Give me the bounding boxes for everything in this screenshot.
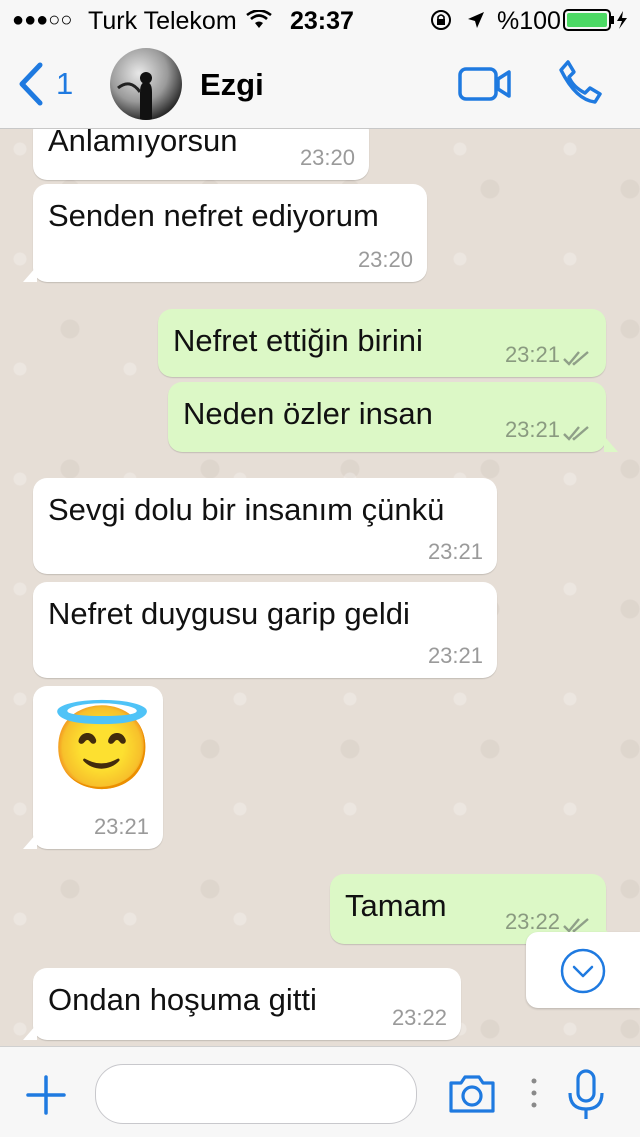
bubble-tail (604, 436, 618, 452)
bubble-tail (23, 833, 37, 849)
message-time: 23:21 (427, 643, 483, 668)
message-bubble-incoming[interactable]: Sevgi dolu bir insanım çünkü 23:21 (33, 478, 497, 574)
message-time: 23:21 (93, 814, 149, 839)
carrier-name: Turk Telekom (88, 7, 237, 35)
message-text: Anlamıyorsun (48, 129, 238, 158)
battery-percent: %100 (497, 7, 561, 35)
more-options-icon[interactable] (530, 1077, 538, 1109)
contact-name[interactable]: Ezgi (200, 67, 264, 103)
message-input[interactable] (95, 1064, 417, 1124)
video-call-icon[interactable] (458, 66, 512, 102)
status-bar: ●●●○○ Turk Telekom 23:37 %100 (0, 0, 640, 40)
message-time: 23:21 (504, 417, 560, 442)
scroll-to-bottom-button[interactable] (526, 932, 640, 1008)
message-bubble-incoming[interactable]: Ondan hoşuma gitti 23:22 (23, 968, 461, 1040)
chevron-down-icon (560, 948, 606, 994)
message-time: 23:21 (427, 539, 483, 564)
back-chevron-icon (19, 62, 43, 106)
message-bubble-outgoing[interactable]: Neden özler insan 23:21 (168, 382, 618, 452)
message-bubble-incoming[interactable]: Senden nefret ediyorum 23:20 (23, 184, 427, 282)
message-text: Sevgi dolu bir insanım çünkü (48, 492, 445, 527)
signal-strength: ●●●○○ (12, 9, 73, 31)
message-text: Nefret duygusu garip geldi (48, 596, 410, 631)
location-arrow-icon (468, 12, 484, 28)
message-bubble-outgoing[interactable]: Nefret ettiğin birini 23:21 (158, 309, 606, 377)
message-text: Nefret ettiğin birini (173, 323, 423, 358)
message-text: Ondan hoşuma gitti (48, 982, 317, 1017)
message-text: Senden nefret ediyorum (48, 198, 379, 233)
message-text: Tamam (345, 888, 447, 923)
microphone-icon[interactable] (566, 1069, 606, 1121)
message-time: 23:20 (357, 247, 413, 272)
message-text: Neden özler insan (183, 396, 433, 431)
chat-header: 1 Ezgi (0, 40, 640, 129)
contact-avatar[interactable] (110, 48, 182, 120)
composer-bar (0, 1046, 640, 1137)
avatar-silhouette (117, 72, 152, 120)
bubble-tail (23, 266, 37, 282)
battery-charging-icon (563, 9, 627, 31)
message-list[interactable]: Anlamıyorsun 23:20 Senden nefret ediyoru… (0, 129, 640, 1046)
bubble-tail (23, 1024, 37, 1040)
smiling-halo-emoji: 😇 (51, 703, 154, 794)
message-bubble-incoming-emoji[interactable]: 😇 23:21 (23, 686, 163, 849)
wifi-icon (246, 10, 272, 28)
plus-icon[interactable] (26, 1075, 66, 1115)
message-bubble-incoming[interactable]: Nefret duygusu garip geldi 23:21 (33, 582, 497, 678)
phone-icon[interactable] (556, 58, 604, 106)
message-bubble-incoming[interactable]: Anlamıyorsun 23:20 (33, 129, 369, 180)
message-time: 23:21 (504, 342, 560, 367)
message-time: 23:20 (299, 145, 355, 170)
unread-count: 1 (56, 66, 74, 101)
message-time: 23:22 (391, 1005, 447, 1030)
read-receipt-icon (563, 426, 589, 441)
read-receipt-icon (563, 351, 589, 366)
camera-icon[interactable] (447, 1073, 497, 1115)
back-button[interactable]: 1 (10, 52, 90, 112)
rotation-lock-icon (431, 10, 451, 30)
clock: 23:37 (290, 7, 354, 35)
